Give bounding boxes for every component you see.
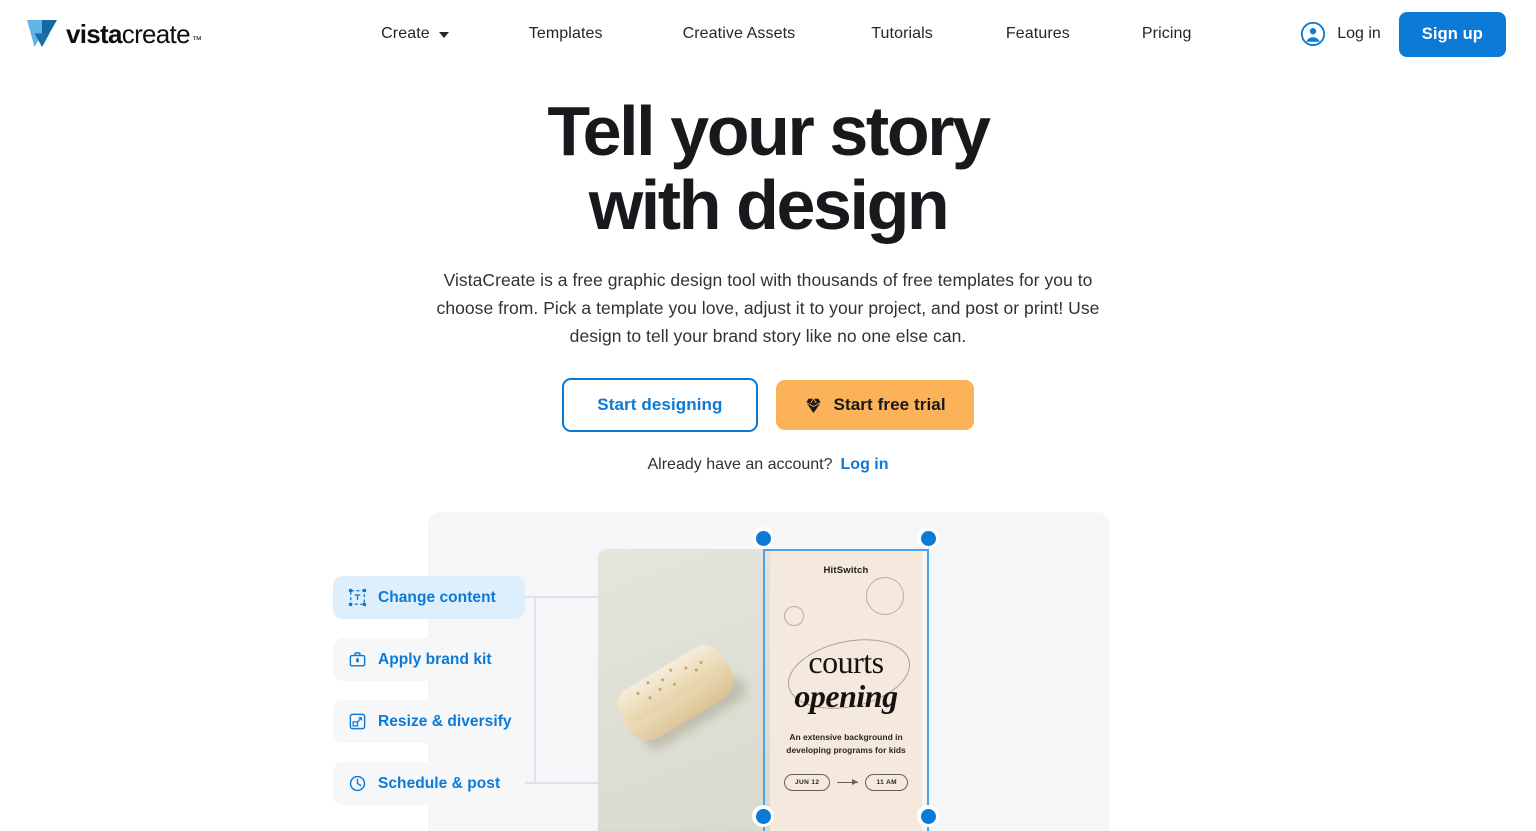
nav-item-templates[interactable]: Templates — [509, 17, 623, 51]
feature-pill-stack: Change content Apply brand kit Resize & … — [333, 576, 525, 805]
poster-design[interactable]: HitSwitch courts opening An extensive ba… — [770, 549, 922, 831]
nav-item-create-label: Create — [381, 25, 430, 42]
hero-title-line-2: with design — [588, 166, 950, 244]
poster-headline-line-1: courts — [808, 644, 884, 680]
brand-logo[interactable]: vista create ™ — [27, 18, 202, 50]
poster-headline-line-2: opening — [794, 678, 898, 714]
pill-resize-diversify-label: Resize & diversify — [378, 712, 512, 730]
brand-trademark: ™ — [191, 34, 202, 46]
poster-date-chip: JUN 12 — [784, 774, 831, 791]
nav-item-pricing-label: Pricing — [1141, 25, 1192, 42]
selection-handle-bottom-left[interactable] — [752, 805, 774, 827]
pill-apply-brand-kit-label: Apply brand kit — [378, 650, 492, 668]
nav-item-create[interactable]: Create — [361, 17, 469, 51]
product-illustration: Change content Apply brand kit Resize & … — [0, 512, 1536, 831]
pill-schedule-post-label: Schedule & post — [378, 774, 501, 792]
connector-line-vertical — [534, 596, 536, 782]
selection-handle-bottom-right[interactable] — [917, 805, 939, 827]
pill-schedule-post[interactable]: Schedule & post — [333, 762, 525, 805]
brand-name-vista: vista — [66, 18, 122, 49]
poster-footer: JUN 12 11 AM — [784, 774, 908, 791]
hero-title-line-1: Tell your story — [547, 92, 991, 170]
briefcase-icon — [349, 652, 366, 667]
gem-icon — [805, 397, 821, 413]
poster-subtitle: An extensive background in developing pr… — [786, 732, 906, 755]
connector-line-bottom — [520, 782, 598, 784]
nav-item-tutorials-label: Tutorials — [871, 25, 933, 42]
header-actions: Log in Sign up — [1296, 11, 1506, 57]
poster-time-chip: 11 AM — [865, 774, 908, 791]
hero-section: Tell your story with design VistaCreate … — [0, 68, 1536, 474]
pill-change-content-label: Change content — [378, 588, 496, 606]
account-login-link[interactable]: Log in — [841, 456, 889, 474]
pill-change-content[interactable]: Change content — [333, 576, 525, 619]
nav-item-features[interactable]: Features — [986, 17, 1090, 51]
resize-icon — [349, 713, 366, 730]
poster-decorative-circle-large — [866, 577, 904, 615]
selection-handle-top-left[interactable] — [752, 527, 774, 549]
hero-subtitle: VistaCreate is a free graphic design too… — [436, 270, 1100, 346]
arrow-right-icon — [837, 779, 859, 785]
nav-item-tutorials[interactable]: Tutorials — [851, 17, 953, 51]
hero-cta-row: Start designing Start free trial — [0, 378, 1536, 432]
signup-button[interactable]: Sign up — [1398, 11, 1506, 57]
pill-resize-diversify[interactable]: Resize & diversify — [333, 700, 525, 743]
eclair-crumbs — [598, 620, 759, 783]
login-link[interactable]: Log in — [1296, 15, 1385, 53]
chevron-down-icon — [438, 32, 449, 38]
vistacreate-logo-icon — [27, 20, 57, 47]
nav-item-templates-label: Templates — [528, 25, 603, 42]
start-free-trial-button[interactable]: Start free trial — [775, 380, 974, 430]
pill-apply-brand-kit[interactable]: Apply brand kit — [333, 638, 525, 681]
site-header: vista create ™ Create Templates Creative A… — [0, 0, 1536, 68]
brand-name: vista create ™ — [66, 18, 202, 50]
photo-card[interactable] — [598, 549, 770, 831]
start-designing-button[interactable]: Start designing — [562, 378, 758, 432]
eclair-pastry-photo — [598, 620, 759, 783]
login-link-label: Log in — [1337, 25, 1381, 42]
start-free-trial-label: Start free trial — [833, 395, 946, 414]
nav-item-creative-assets[interactable]: Creative Assets — [663, 17, 816, 51]
brand-name-create: create — [121, 18, 191, 49]
page-title: Tell your story with design — [388, 94, 1148, 242]
account-prompt-row: Already have an account? Log in — [0, 456, 1536, 474]
poster-headline: courts opening — [770, 646, 922, 712]
text-box-icon — [348, 588, 367, 607]
nav-item-creative-assets-label: Creative Assets — [682, 25, 796, 42]
poster-brand-name: HitSwitch — [823, 565, 869, 576]
connector-line-top — [520, 596, 598, 598]
nav-item-pricing[interactable]: Pricing — [1122, 17, 1212, 51]
clock-icon — [349, 775, 366, 792]
nav-item-features-label: Features — [1005, 25, 1070, 42]
selection-handle-top-right[interactable] — [917, 527, 939, 549]
main-navigation: Create Templates Creative Assets Tutoria… — [361, 17, 1211, 51]
poster-decorative-circle-small — [784, 606, 804, 626]
account-prompt-text: Already have an account? — [647, 456, 833, 473]
user-circle-icon — [1301, 21, 1326, 47]
